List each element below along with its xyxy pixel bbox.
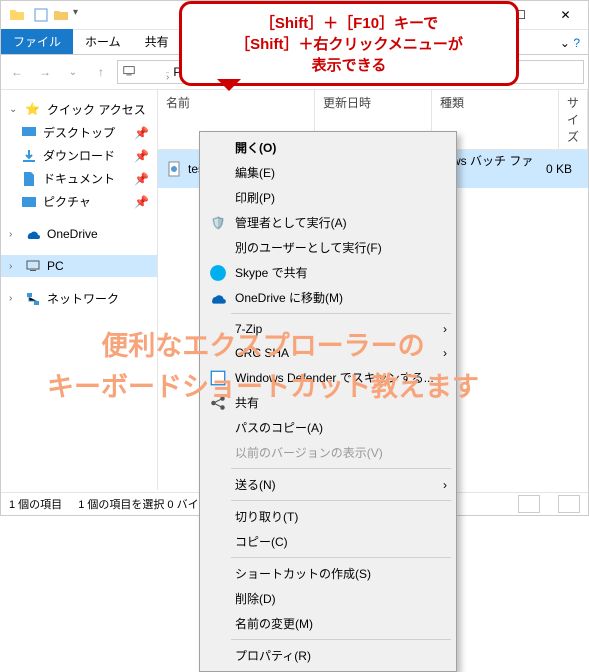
quick-access-toolbar: ▾ (33, 7, 89, 23)
back-button[interactable]: ← (5, 60, 29, 84)
star-icon: ⭐ (25, 102, 41, 118)
qat-dropdown-icon[interactable]: ▾ (73, 7, 89, 23)
new-folder-icon[interactable] (53, 7, 69, 23)
chevron-right-icon: › (443, 346, 447, 360)
menu-cut[interactable]: 切り取り(T) (203, 504, 453, 529)
document-icon (21, 171, 37, 187)
menu-copy[interactable]: コピー(C) (203, 529, 453, 554)
nav-pc[interactable]: ›PC (1, 255, 157, 277)
ribbon-expand-icon[interactable]: ⌄ ? (552, 32, 588, 54)
nav-documents[interactable]: ドキュメント📌 (1, 167, 157, 190)
pc-icon (25, 258, 41, 274)
menu-print[interactable]: 印刷(P) (203, 185, 453, 210)
details-view-button[interactable] (518, 495, 540, 513)
shield-icon: 🛡️ (209, 215, 227, 231)
menu-open[interactable]: 開く(O) (203, 135, 453, 160)
menu-create-shortcut[interactable]: ショートカットの作成(S) (203, 561, 453, 586)
pin-icon: 📌 (134, 149, 149, 163)
up-button[interactable]: ↑ (89, 60, 113, 84)
context-menu: 開く(O) 編集(E) 印刷(P) 🛡️管理者として実行(A) 別のユーザーとし… (199, 131, 457, 672)
selection-info: 1 個の項目を選択 0 バイト (78, 496, 209, 512)
menu-crc-sha[interactable]: CRC SHA› (203, 341, 453, 365)
nav-downloads[interactable]: ダウンロード📌 (1, 144, 157, 167)
close-button[interactable]: ✕ (543, 1, 588, 29)
pin-icon: 📌 (134, 172, 149, 186)
annotation-callout: ［Shift］＋［F10］キーで ［Shift］＋右クリックメニューが 表示でき… (179, 1, 519, 86)
nav-desktop[interactable]: デスクトップ📌 (1, 121, 157, 144)
nav-onedrive[interactable]: ›OneDrive (1, 223, 157, 245)
chevron-right-icon: › (166, 72, 169, 73)
menu-rename[interactable]: 名前の変更(M) (203, 611, 453, 636)
menu-defender[interactable]: Windows Defender でスキャンする... (203, 365, 453, 390)
thumbnails-view-button[interactable] (558, 495, 580, 513)
pc-icon (122, 64, 136, 81)
menu-edit[interactable]: 編集(E) (203, 160, 453, 185)
nav-network[interactable]: ›ネットワーク (1, 287, 157, 310)
pictures-icon (21, 194, 37, 210)
menu-send-to[interactable]: 送る(N)› (203, 472, 453, 497)
defender-icon (209, 370, 227, 386)
file-size: 0 KB (536, 162, 580, 176)
recent-dropdown[interactable]: ⌄ (61, 60, 85, 84)
tab-home[interactable]: ホーム (73, 29, 133, 54)
menu-onedrive-move[interactable]: OneDrive に移動(M) (203, 285, 453, 310)
nav-pictures[interactable]: ピクチャ📌 (1, 190, 157, 213)
pin-icon: 📌 (134, 195, 149, 209)
menu-runas-admin[interactable]: 🛡️管理者として実行(A) (203, 210, 453, 235)
onedrive-icon (209, 290, 227, 306)
menu-skype[interactable]: Skype で共有 (203, 260, 453, 285)
tab-share[interactable]: 共有 (133, 29, 181, 54)
network-icon (25, 291, 41, 307)
onedrive-icon (25, 226, 41, 242)
menu-runas-user[interactable]: 別のユーザーとして実行(F) (203, 235, 453, 260)
menu-previous-versions[interactable]: 以前のバージョンの表示(V) (203, 440, 453, 465)
menu-7zip[interactable]: 7-Zip› (203, 317, 453, 341)
download-icon (21, 148, 37, 164)
bat-file-icon (166, 161, 182, 177)
tab-file[interactable]: ファイル (1, 29, 73, 54)
menu-copy-path[interactable]: パスのコピー(A) (203, 415, 453, 440)
menu-delete[interactable]: 削除(D) (203, 586, 453, 611)
menu-properties[interactable]: プロパティ(R) (203, 643, 453, 668)
chevron-right-icon: › (443, 322, 447, 336)
navigation-pane: ⌄⭐クイック アクセス デスクトップ📌 ダウンロード📌 ドキュメント📌 ピクチャ… (1, 90, 158, 490)
properties-icon[interactable] (33, 7, 49, 23)
chevron-right-icon: › (443, 478, 447, 492)
pin-icon: 📌 (134, 126, 149, 140)
desktop-icon (21, 125, 37, 141)
skype-icon (209, 265, 227, 281)
forward-button[interactable]: → (33, 60, 57, 84)
item-count: 1 個の項目 (9, 496, 62, 512)
nav-quick-access[interactable]: ⌄⭐クイック アクセス (1, 98, 157, 121)
col-size[interactable]: サイズ (559, 90, 588, 149)
menu-share[interactable]: 共有 (203, 390, 453, 415)
share-icon (209, 395, 227, 411)
folder-icon (9, 7, 25, 23)
